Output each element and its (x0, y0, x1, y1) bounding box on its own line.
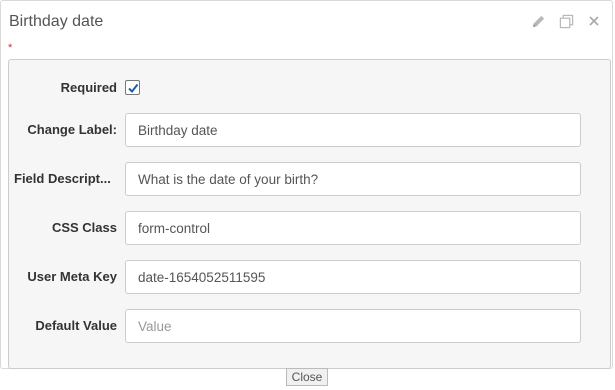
change-label-row: Change Label: (9, 113, 610, 147)
field-description-label: Field Descript... (14, 171, 111, 186)
field-actions (530, 13, 602, 29)
field-title: Birthday date (9, 13, 104, 30)
field-card: Birthday date * Required Change Label: B… (0, 0, 613, 369)
css-class-label: CSS Class (51, 220, 117, 235)
default-value-input[interactable] (125, 309, 581, 343)
field-description-row: Field Descript... (9, 162, 610, 196)
default-value-row: Default Value (9, 309, 610, 343)
css-class-row: CSS Class (9, 211, 610, 245)
required-asterisk: * (8, 42, 13, 54)
change-label-input[interactable] (125, 113, 581, 147)
css-class-input[interactable] (125, 211, 581, 245)
checkmark-icon (127, 83, 138, 93)
change-label-label: Change Label: (27, 122, 117, 137)
field-description-input[interactable] (125, 162, 581, 196)
default-value-label: Default Value (35, 318, 117, 333)
field-header: Birthday date * (1, 1, 612, 59)
field-edit-panel: Required Change Label: Field Descript...… (8, 59, 611, 369)
user-meta-key-input[interactable] (125, 260, 581, 294)
close-icon[interactable] (586, 13, 602, 29)
user-meta-key-label: User Meta Key (27, 269, 117, 284)
required-row: Required (9, 71, 610, 105)
edit-icon[interactable] (530, 13, 546, 29)
required-label: Required (60, 80, 117, 95)
required-checkbox[interactable] (125, 80, 140, 95)
close-button[interactable]: Close (286, 368, 328, 386)
user-meta-key-row: User Meta Key (9, 260, 610, 294)
copy-icon[interactable] (558, 13, 574, 29)
